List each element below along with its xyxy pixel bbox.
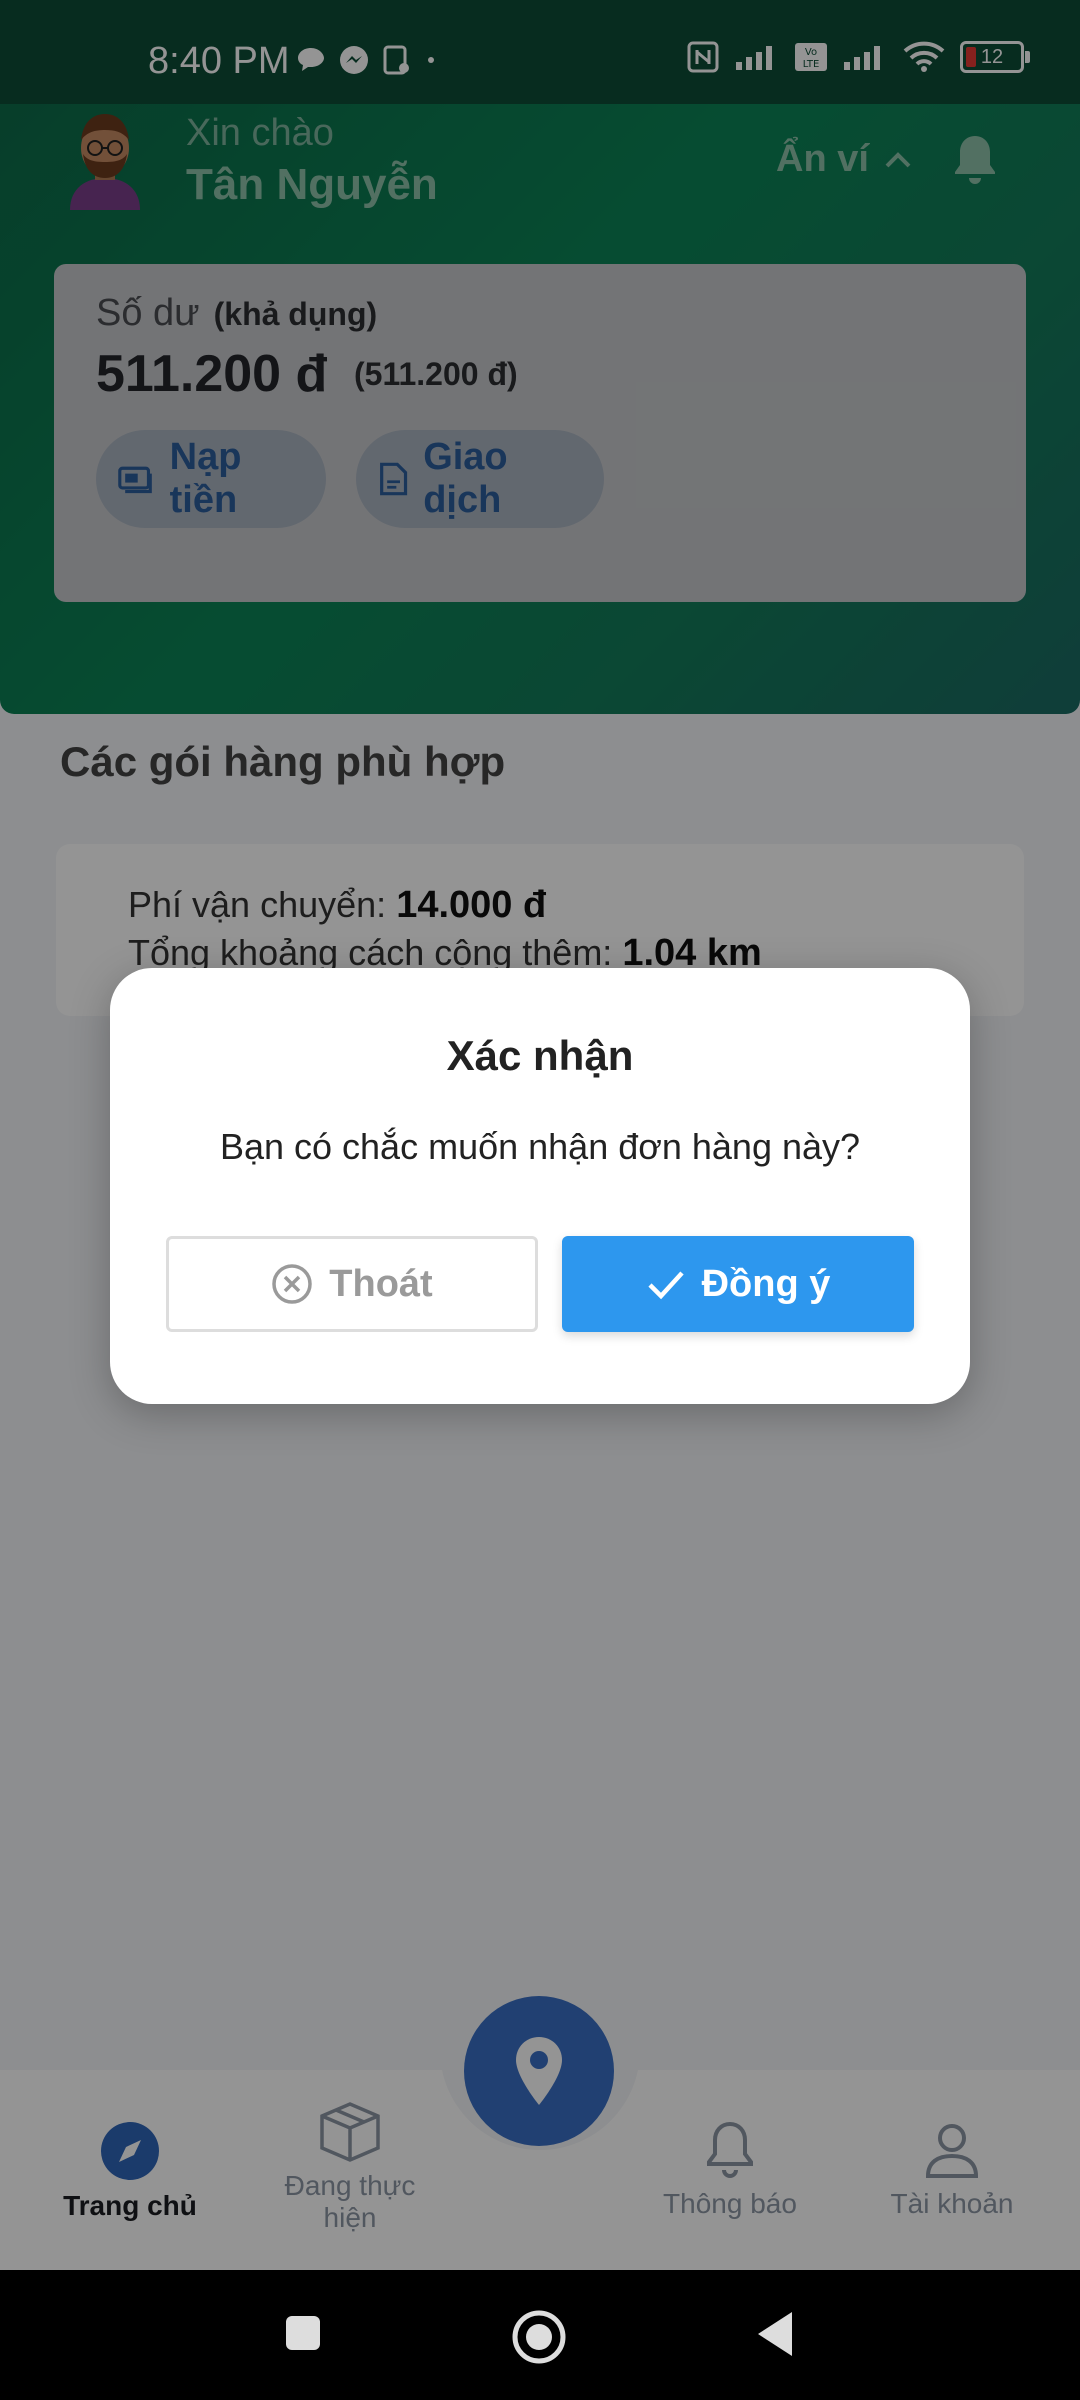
close-circle-icon xyxy=(272,1264,313,1304)
cancel-button[interactable]: Thoát xyxy=(166,1236,538,1332)
cancel-label: Thoát xyxy=(329,1262,433,1305)
check-icon xyxy=(648,1271,684,1300)
dialog-message: Bạn có chắc muốn nhận đơn hàng này? xyxy=(219,1126,861,1167)
recents-button[interactable] xyxy=(282,2312,324,2354)
dialog-title: Xác nhận xyxy=(446,1032,634,1079)
home-button[interactable] xyxy=(510,2308,568,2366)
back-button[interactable] xyxy=(752,2308,796,2360)
system-nav-bar xyxy=(0,2270,1080,2400)
confirm-button[interactable]: Đồng ý xyxy=(562,1236,914,1332)
confirm-label: Đồng ý xyxy=(701,1262,831,1305)
